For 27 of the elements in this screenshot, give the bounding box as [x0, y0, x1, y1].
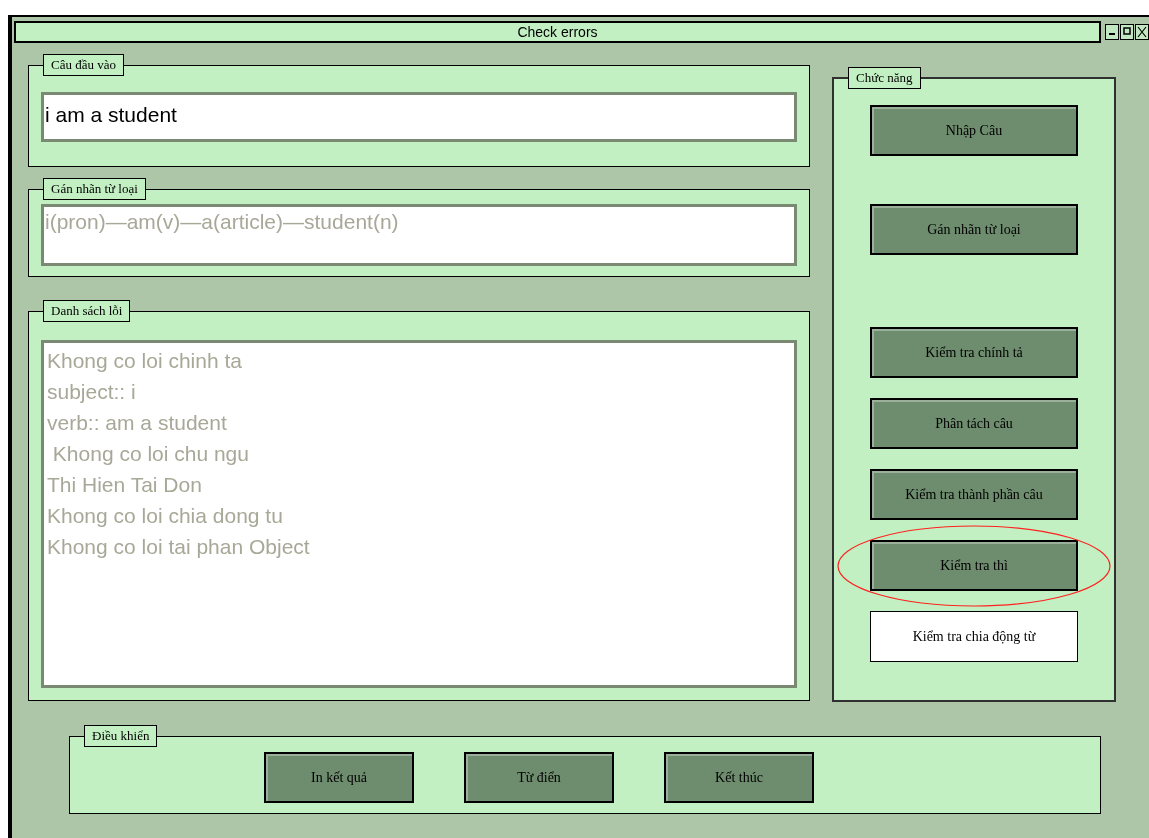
- function-button[interactable]: Kiểm tra thì: [870, 540, 1078, 591]
- error-line: subject:: i: [47, 379, 137, 405]
- maximize-icon[interactable]: [1120, 24, 1134, 40]
- minimize-icon[interactable]: [1105, 24, 1119, 40]
- error-line: verb:: am a student: [47, 410, 228, 436]
- function-button[interactable]: Phân tách câu: [870, 398, 1078, 449]
- error-line: Thi Hien Tai Don: [47, 472, 203, 498]
- function-button[interactable]: Nhập Câu: [870, 105, 1078, 156]
- function-button[interactable]: Kiểm tra chia động từ: [870, 611, 1078, 662]
- error-line: Khong co loi tai phan Object: [47, 534, 311, 560]
- group-label: Gán nhãn từ loại: [43, 178, 146, 200]
- error-line: Khong co loi chu ngu: [51, 441, 250, 467]
- error-line: Khong co loi chia dong tu: [47, 503, 284, 529]
- control-button[interactable]: Kết thúc: [664, 752, 814, 803]
- group-label: Chức năng: [848, 67, 921, 89]
- group-label: Điều khiển: [84, 725, 158, 747]
- close-icon[interactable]: [1135, 24, 1149, 40]
- control-button[interactable]: In kết quả: [264, 752, 414, 803]
- input-field[interactable]: i am a student: [41, 92, 797, 142]
- group-label: Câu đầu vào: [43, 54, 124, 76]
- control-button[interactable]: Từ điển: [464, 752, 614, 803]
- error-line: Khong co loi chinh ta: [47, 348, 243, 374]
- function-button[interactable]: Kiểm tra thành phần câu: [870, 469, 1078, 520]
- group-label: Danh sách lỗi: [43, 300, 131, 322]
- function-button[interactable]: Gán nhãn từ loại: [870, 204, 1078, 255]
- function-button[interactable]: Kiểm tra chính tả: [870, 327, 1078, 378]
- window-title: Check errors: [14, 21, 1101, 43]
